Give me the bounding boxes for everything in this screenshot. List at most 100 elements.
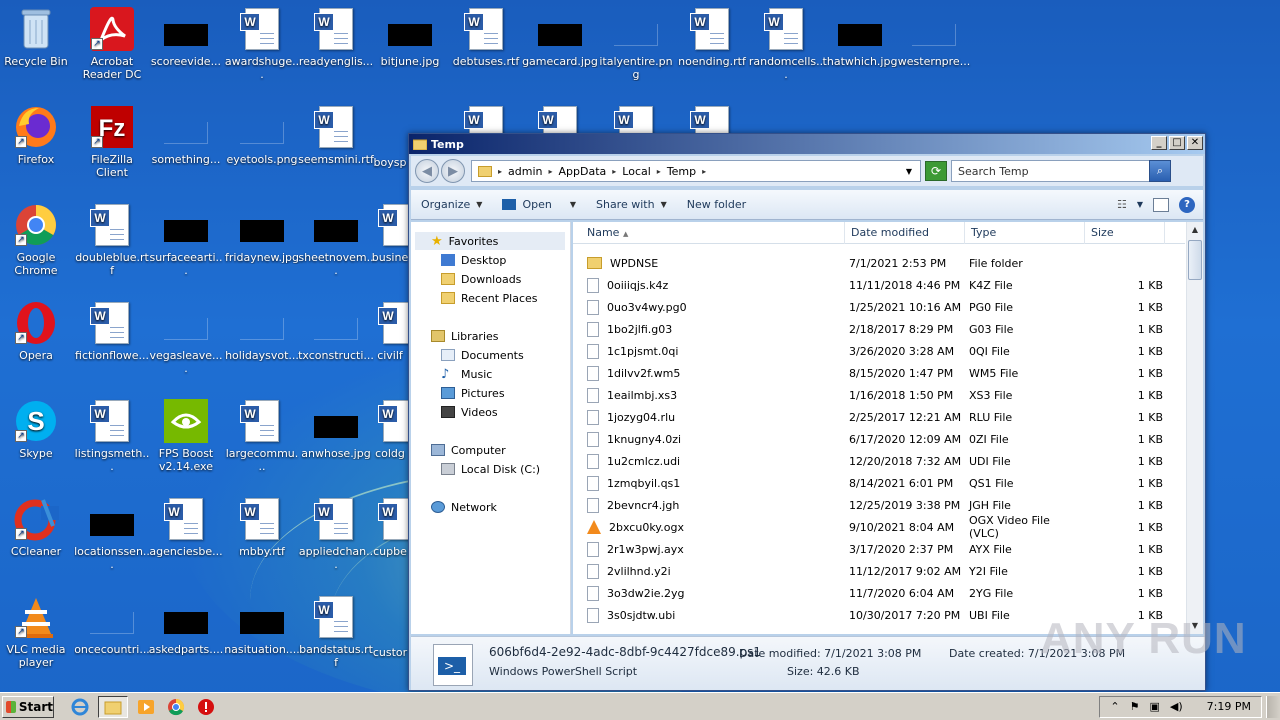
desktop-icon-file[interactable]: Wcivilf	[372, 300, 408, 362]
column-name[interactable]: Name ▲	[573, 222, 845, 244]
vertical-scrollbar[interactable]: ▲ ▼	[1186, 222, 1203, 634]
file-row[interactable]: 2bxcu0ky.ogx 9/10/2021 8:04 AM OGX Video F…	[573, 514, 1185, 540]
desktop-icon-fps-boost[interactable]: FPS Boost v2.14.exe	[148, 398, 224, 473]
desktop-icon-file[interactable]: Wdebtuses.rtf	[448, 6, 524, 68]
file-row[interactable]: 1knugny4.0zi 6/17/2020 12:09 AM 0ZI File 1 …	[573, 428, 1185, 450]
explorer-window[interactable]: Temp _ □ ✕ ◀ ▶ ▸ admin ▸ AppData ▸ Local…	[408, 133, 1206, 691]
desktop-icon-file[interactable]: surfaceearti...	[148, 202, 224, 277]
chevron-down-icon[interactable]: ▼	[1137, 200, 1143, 209]
back-button[interactable]: ◀	[415, 159, 439, 183]
desktop-icon-file[interactable]: Wcupbe	[372, 496, 408, 558]
desktop-icon-file[interactable]: Wbandstatus.rtf	[298, 594, 374, 669]
file-row[interactable]: 1bo2jlfi.g03 2/18/2017 8:29 PM G03 File 1 K…	[573, 318, 1185, 340]
desktop-icon-file[interactable]: eyetools.png	[224, 104, 300, 166]
nav-downloads[interactable]: Downloads	[441, 270, 521, 288]
ie-taskbar-icon[interactable]	[68, 696, 92, 718]
nav-pictures[interactable]: Pictures	[441, 384, 505, 402]
desktop-icon-firefox[interactable]: ↗ Firefox	[0, 104, 74, 166]
chrome-taskbar-icon[interactable]	[164, 696, 188, 718]
nav-network[interactable]: Network	[431, 498, 497, 516]
desktop-icon-file[interactable]: Wlistingsmeth...	[74, 398, 150, 473]
desktop-icon-file[interactable]: oncecountri...	[74, 594, 150, 656]
file-row[interactable]: 2bevncr4.jgh 12/25/2019 3:38 PM JGH File 1 …	[573, 494, 1185, 516]
clock[interactable]: 7:19 PM	[1207, 700, 1251, 713]
desktop-icon-file[interactable]: sheetnovem...	[298, 202, 374, 277]
desktop-icon-file[interactable]: Wappliedchan...	[298, 496, 374, 571]
search-icon[interactable]: ⌕	[1149, 160, 1171, 182]
file-row[interactable]: 3o3dw2ie.2yg 11/7/2020 6:04 AM 2YG File 1 K…	[573, 582, 1185, 604]
media-player-taskbar-icon[interactable]	[134, 696, 158, 718]
desktop-icon-file[interactable]: scoreevide...	[148, 6, 224, 68]
antivirus-taskbar-icon[interactable]	[194, 696, 218, 718]
column-date[interactable]: Date modified	[845, 222, 965, 244]
desktop-icon-vlc[interactable]: ↗ VLC media player	[0, 594, 74, 669]
desktop-icon-file[interactable]: Wagenciesbe...	[148, 496, 224, 558]
desktop-icon-acrobat[interactable]: ↗ Acrobat Reader DC	[74, 6, 150, 81]
desktop-icon-file[interactable]: Wseemsmini.rtf	[298, 104, 374, 166]
close-button[interactable]: ✕	[1187, 136, 1203, 150]
nav-videos[interactable]: Videos	[441, 403, 498, 421]
desktop-icon-file[interactable]: Wbusine	[372, 202, 408, 264]
file-row[interactable]: 1u2cmlcz.udi 12/20/2018 7:32 AM UDI File 1 …	[573, 450, 1185, 472]
desktop-icon-file[interactable]: vegasleave....	[148, 300, 224, 375]
desktop-icon-file[interactable]: italyentire.png	[598, 6, 674, 81]
desktop-icon-file[interactable]: westernpre...	[896, 6, 972, 68]
nav-music[interactable]: ♪ Music	[441, 365, 492, 383]
file-row[interactable]: 2r1w3pwj.ayx 3/17/2020 2:37 PM AYX File 1 K…	[573, 538, 1185, 560]
preview-pane-icon[interactable]	[1153, 197, 1169, 212]
help-icon[interactable]: ?	[1179, 196, 1195, 213]
desktop-icon-file[interactable]: locationssen...	[74, 496, 150, 571]
desktop-icon-opera[interactable]: ↗ Opera	[0, 300, 74, 362]
chevron-down-icon[interactable]: ▼	[906, 167, 912, 176]
desktop-icon-file[interactable]: Wdoubleblue.rtf	[74, 202, 150, 277]
file-row[interactable]: 1eailmbj.xs3 1/16/2018 1:50 PM XS3 File 1 K…	[573, 384, 1185, 406]
column-type[interactable]: Type	[965, 222, 1085, 244]
desktop-icon-file[interactable]: custor	[372, 594, 408, 659]
new-folder-button[interactable]: New folder	[677, 198, 756, 211]
nav-favorites[interactable]: ★ Favorites	[431, 232, 498, 250]
desktop-icon-file[interactable]: askedparts....	[148, 594, 224, 656]
breadcrumb-item[interactable]: Local	[622, 165, 651, 178]
desktop-icon-file[interactable]: anwhose.jpg	[298, 398, 374, 460]
organize-button[interactable]: Organize ▼	[411, 198, 492, 211]
maximize-button[interactable]: □	[1169, 136, 1185, 150]
scroll-up-icon[interactable]: ▲	[1187, 222, 1203, 238]
breadcrumb-item[interactable]: Temp	[667, 165, 696, 178]
desktop-icon-file[interactable]: txconstructi...	[298, 300, 374, 362]
flag-icon[interactable]: ⚑	[1130, 700, 1140, 713]
address-bar[interactable]: ▸ admin ▸ AppData ▸ Local ▸ Temp ▸ ▼	[471, 160, 921, 182]
desktop-icon-file[interactable]: gamecard.jpg	[522, 6, 598, 68]
nav-documents[interactable]: Documents	[441, 346, 524, 364]
chevron-up-icon[interactable]: ⌃	[1110, 700, 1119, 713]
desktop-icon-filezilla[interactable]: Fz ↗ FileZilla Client	[74, 104, 150, 179]
desktop-icon-file[interactable]: holidaysvot...	[224, 300, 300, 362]
explorer-taskbar-icon[interactable]	[98, 695, 128, 718]
breadcrumb-item[interactable]: AppData	[559, 165, 607, 178]
nav-recent-places[interactable]: Recent Places	[441, 289, 538, 307]
desktop-icon-file[interactable]: Wreadyenglis...	[298, 6, 374, 68]
forward-button[interactable]: ▶	[441, 159, 465, 183]
nav-desktop[interactable]: Desktop	[441, 251, 506, 269]
start-button[interactable]: Start	[2, 695, 54, 718]
desktop-icon-file[interactable]: nasituation....	[224, 594, 300, 656]
desktop-icon-file[interactable]: bitjune.jpg	[372, 6, 448, 68]
desktop-icon-file[interactable]: fridaynew.jpg	[224, 202, 300, 264]
refresh-button[interactable]: ⟳	[925, 161, 947, 181]
desktop-icon-file[interactable]: Wlargecommu...	[224, 398, 300, 473]
breadcrumb-item[interactable]: admin	[508, 165, 542, 178]
desktop-icon-file[interactable]: Wfictionflowe...	[74, 300, 150, 362]
network-tray-icon[interactable]: ▣	[1150, 700, 1160, 713]
desktop-icon-file[interactable]: something...	[148, 104, 224, 166]
desktop-icon-skype[interactable]: S ↗ Skype	[0, 398, 74, 460]
file-row[interactable]: 1dilvv2f.wm5 8/15/2020 1:47 PM WM5 File 1 K…	[573, 362, 1185, 384]
view-options-icon[interactable]: ☷	[1117, 198, 1127, 211]
volume-icon[interactable]: ◀)	[1170, 700, 1183, 713]
desktop-icon-recycle-bin[interactable]: Recycle Bin	[0, 6, 74, 68]
desktop-icon-file[interactable]: Wmbby.rtf	[224, 496, 300, 558]
file-row[interactable]: 1zmqbyil.qs1 8/14/2021 6:01 PM QS1 File 1 K…	[573, 472, 1185, 494]
search-input[interactable]: Search Temp ⌕	[951, 160, 1171, 182]
file-row[interactable]: 2vlilhnd.y2i 11/12/2017 9:02 AM Y2I File 1 …	[573, 560, 1185, 582]
file-row[interactable]: 1jozyg04.rlu 2/25/2017 12:21 AM RLU File 1 …	[573, 406, 1185, 428]
window-titlebar[interactable]: Temp _ □ ✕	[409, 134, 1205, 154]
column-size[interactable]: Size	[1085, 222, 1165, 244]
